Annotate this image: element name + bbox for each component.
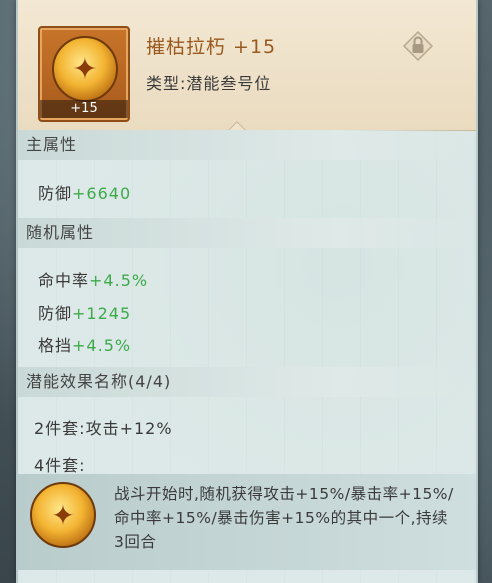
item-icon-frame: ✦ +15 <box>38 26 130 122</box>
potential-effect-header: 潜能效果名称(4/4) <box>18 367 476 397</box>
golden-orb-icon: ✦ <box>30 482 96 548</box>
item-name: 摧枯拉朽 +15 <box>146 36 277 58</box>
main-attributes-header: 主属性 <box>18 130 476 160</box>
item-level-badge: +15 <box>40 100 128 118</box>
random-stat-hit-rate: 命中率+4.5% <box>38 267 148 291</box>
stat-label: 命中率 <box>38 271 90 290</box>
item-type: 类型:潜能叁号位 <box>146 74 272 93</box>
random-stat-defense: 防御+1245 <box>38 300 131 324</box>
stat-value: +4.5% <box>72 336 132 355</box>
tooltip-header: ✦ +15 摧枯拉朽 +15 类型:潜能叁号位 <box>18 0 476 131</box>
golden-orb-icon: ✦ <box>52 36 118 102</box>
stat-label: 防御 <box>38 184 73 203</box>
lock-icon <box>402 30 434 62</box>
stat-label: 格挡 <box>38 336 73 355</box>
set-bonus-4-description: 战斗开始时,随机获得攻击+15%/暴击率+15%/命中率+15%/暴击伤害+15… <box>114 485 454 551</box>
stat-value: +6640 <box>72 184 132 203</box>
random-attributes-header: 随机属性 <box>18 218 476 248</box>
stat-label: 防御 <box>38 304 73 323</box>
main-stat-defense: 防御+6640 <box>38 180 131 204</box>
stat-value: +4.5% <box>89 271 149 290</box>
set-bonus-2: 2件套:攻击+12% <box>34 419 173 438</box>
lock-button[interactable] <box>402 30 434 62</box>
equipment-tooltip-panel: ✦ +15 摧枯拉朽 +15 类型:潜能叁号位 主属性 防御+6640 随机属性… <box>16 0 478 583</box>
random-stat-block: 格挡+4.5% <box>38 332 131 356</box>
set-bonus-4-label: 4件套: <box>34 456 86 475</box>
stat-value: +1245 <box>72 304 132 323</box>
set-bonus-4-effect: ✦ 战斗开始时,随机获得攻击+15%/暴击率+15%/命中率+15%/暴击伤害+… <box>18 474 476 570</box>
